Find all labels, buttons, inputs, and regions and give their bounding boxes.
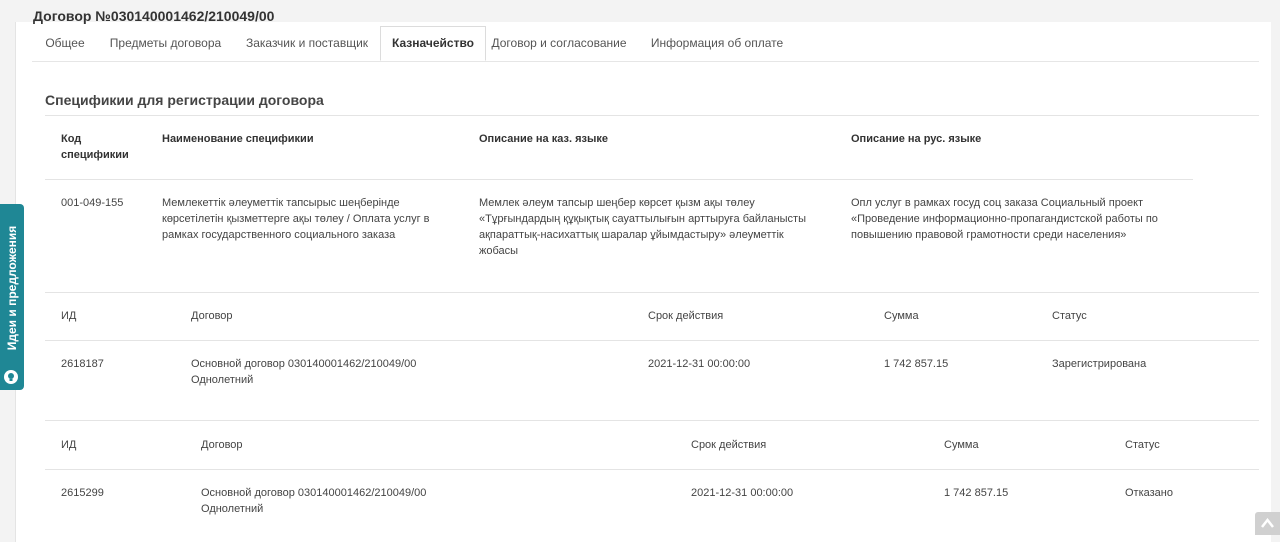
- spec-desc-kz-cell: Мемлек әлеум тапсыр шеңбер көрсет қызм а…: [479, 195, 806, 259]
- registration-contract: Основной договор 030140001462/210049/00 …: [201, 485, 426, 517]
- tab-general[interactable]: Общее: [32, 26, 98, 61]
- spec-name-cell: Мемлекеттік әлеуметтік тапсырыс шеңберін…: [162, 195, 430, 243]
- header-id: ИД: [61, 439, 77, 451]
- section-title: Спецификии для регистрации договора: [45, 92, 324, 108]
- spec-name-line: рамках государственного социального зака…: [162, 229, 396, 241]
- spec-code-cell: 001-049-155: [61, 197, 124, 209]
- registration-sum: 1 742 857.15: [944, 487, 1009, 499]
- spec-name-line: көрсетілетін қызметтерге ақы төлеу / Опл…: [162, 213, 430, 225]
- registration-term: 2021-12-31 00:00:00: [691, 487, 794, 499]
- registration-id: 2618187: [61, 358, 104, 370]
- header-term: Срок действия: [691, 439, 767, 451]
- registration-sum: 1 742 857.15: [884, 358, 949, 370]
- divider: [45, 292, 1259, 293]
- spec-name-line: Мемлекеттік әлеуметтік тапсырыс шеңберін…: [162, 197, 400, 209]
- chevron-up-icon: [1261, 518, 1274, 528]
- registration-term: 2021-12-31 00:00:00: [648, 358, 751, 370]
- page-title: Договор №030140001462/210049/00: [33, 8, 275, 24]
- divider: [45, 420, 1259, 421]
- header-spec-name: Наименование спецификии: [162, 133, 314, 145]
- tab-customer-supplier[interactable]: Заказчик и поставщик: [234, 26, 380, 61]
- registration-contract-type: Однолетний: [191, 374, 254, 386]
- header-sum: Сумма: [884, 310, 919, 322]
- ideas-feedback-label: Идеи и предложения: [5, 225, 19, 351]
- divider: [45, 179, 1193, 180]
- spec-desc-ru-line: повышению правовой грамотности среди нас…: [851, 229, 1127, 241]
- tab-contract-approval[interactable]: Договор и согласование: [488, 26, 630, 61]
- registration-contract-line: Основной договор 030140001462/210049/00: [201, 487, 427, 499]
- scroll-top-button[interactable]: [1255, 512, 1280, 535]
- spec-desc-ru-line: «Проведение информационно-пропагандистск…: [851, 213, 1158, 225]
- header-id: ИД: [61, 310, 77, 322]
- header-desc-kz: Описание на каз. языке: [479, 133, 608, 145]
- spec-desc-ru-line: Опл услуг в рамках госуд соц заказа Соци…: [851, 197, 1144, 209]
- divider: [45, 115, 1259, 116]
- spec-desc-kz-line: ақпараттық-насихаттық шаралар ұйымдастыр…: [479, 229, 784, 241]
- header-contract: Договор: [201, 439, 243, 451]
- spec-desc-kz-line: Мемлек әлеум тапсыр шеңбер көрсет қызм а…: [479, 197, 755, 209]
- header-spec-code-line1: Код: [61, 133, 82, 145]
- tab-treasury[interactable]: Казначейство: [380, 26, 486, 61]
- ideas-feedback-tab[interactable]: Идеи и предложения: [0, 204, 24, 390]
- header-term: Срок действия: [648, 310, 724, 322]
- header-sum: Сумма: [944, 439, 979, 451]
- registration-contract-type: Однолетний: [201, 503, 264, 515]
- header-contract: Договор: [191, 310, 233, 322]
- header-desc-ru: Описание на рус. языке: [851, 133, 982, 145]
- registration-id: 2615299: [61, 487, 104, 499]
- header-spec-code: Код спецификии: [61, 131, 129, 163]
- header-status: Статус: [1052, 310, 1087, 322]
- registration-contract: Основной договор 030140001462/210049/00 …: [191, 356, 416, 388]
- spec-desc-ru-cell: Опл услуг в рамках госуд соц заказа Соци…: [851, 195, 1158, 243]
- tab-contract-subjects[interactable]: Предметы договора: [99, 26, 232, 61]
- divider: [45, 340, 1259, 341]
- lightbulb-icon: [4, 370, 18, 384]
- header-spec-code-line2: спецификии: [61, 149, 129, 161]
- registration-status: Зарегистрирована: [1052, 358, 1147, 370]
- tab-payment-info[interactable]: Информация об оплате: [647, 26, 787, 61]
- scrollbar-gutter: [1270, 0, 1280, 535]
- divider: [45, 469, 1259, 470]
- spec-desc-kz-line: жобасы: [479, 245, 519, 257]
- spec-desc-kz-line: «Тұрғындардың құқықтық сауаттылығын артт…: [479, 213, 806, 225]
- registration-status: Отказано: [1125, 487, 1173, 499]
- tab-bar: Общее Предметы договора Заказчик и поста…: [32, 26, 1259, 62]
- registration-contract-line: Основной договор 030140001462/210049/00: [191, 358, 417, 370]
- header-status: Статус: [1125, 439, 1160, 451]
